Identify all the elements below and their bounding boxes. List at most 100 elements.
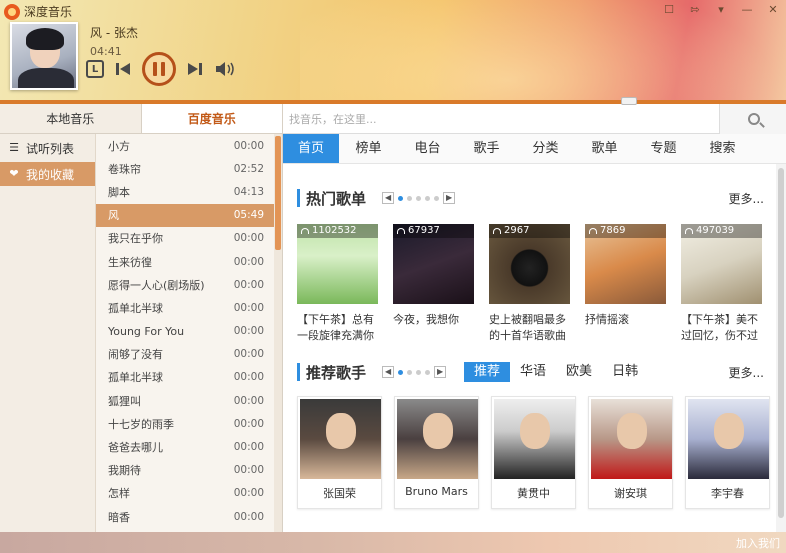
playlist-cover[interactable]: 1102532 [297,224,378,304]
more-link[interactable]: 更多... [729,364,764,381]
song-row[interactable]: 我期待 00:00 [96,459,274,482]
artist-name[interactable]: 李宇春 [686,485,769,501]
song-row[interactable]: 怎样 00:00 [96,482,274,505]
mini-mode-icon[interactable]: ⇰ [688,4,702,16]
playlist-card[interactable]: 67937 今夜，我想你 [393,224,474,344]
content-scrollbar[interactable] [776,164,786,532]
artist-photo[interactable] [300,399,381,479]
playlist-desc[interactable]: 今夜，我想你 [393,312,474,344]
playlist-cover[interactable]: 2967 [489,224,570,304]
pager-dot[interactable] [434,195,440,201]
tab-artists[interactable]: 歌手 [457,134,516,163]
side-item-favorites[interactable]: ❤ 我的收藏 [0,162,95,186]
artist-photo[interactable] [688,399,769,479]
pager-prev-icon[interactable]: ◀ [382,366,395,378]
playlist-card[interactable]: 2967 史上被翻唱最多的十首华语歌曲 [489,224,570,344]
artist-card[interactable]: Bruno Mars [394,396,479,509]
song-row[interactable]: 小方 00:00 [96,134,274,157]
playlist-card[interactable]: 497039 【下午茶】美不过回忆，伤不过 [681,224,762,344]
song-row[interactable]: 我只在乎你 00:00 [96,227,274,250]
filter-recommended[interactable]: 推荐 [464,362,511,382]
artist-name[interactable]: 张国荣 [298,485,381,501]
artist-name[interactable]: Bruno Mars [395,485,478,498]
play-mode-icon[interactable]: L [86,60,104,78]
previous-icon[interactable] [114,60,132,78]
pager-dot[interactable] [407,195,413,201]
tab-playlists[interactable]: 歌单 [575,134,634,163]
playlist-desc[interactable]: 史上被翻唱最多的十首华语歌曲 [489,312,570,344]
song-row[interactable]: 愿得一人心(剧场版) 00:00 [96,273,274,296]
playlist-card[interactable]: 7869 抒情摇滚 [585,224,666,344]
artist-card[interactable]: 张国荣 [297,396,382,509]
tab-local-music[interactable]: 本地音乐 [0,104,141,133]
playlist-card[interactable]: 1102532 【下午茶】总有一段旋律充满你 [297,224,378,344]
song-row[interactable]: 孤单北半球 00:00 [96,366,274,389]
side-item-trial-list[interactable]: ☰ 试听列表 [0,136,95,160]
filter-western[interactable]: 欧美 [556,362,602,382]
scrollbar-thumb[interactable] [275,136,281,250]
song-row[interactable]: 爸爸去哪儿 00:00 [96,435,274,458]
artist-card[interactable]: 谢安琪 [588,396,673,509]
menu-icon[interactable]: ▾ [714,4,728,16]
song-row[interactable]: 卷珠帘 02:52 [96,157,274,180]
playback-controls: L [86,52,236,86]
progress-handle[interactable] [620,97,637,105]
tab-home[interactable]: 首页 [283,134,339,163]
song-row[interactable]: Young For You 00:00 [96,320,274,343]
artist-card[interactable]: 黄贯中 [491,396,576,509]
tab-radio[interactable]: 电台 [398,134,457,163]
join-us-link[interactable]: 加入我们 [736,535,780,551]
song-row[interactable]: 风 05:49 [96,203,274,227]
song-title: 孤单北半球 [108,301,163,315]
tab-categories[interactable]: 分类 [516,134,575,163]
skin-icon[interactable]: ☐ [662,4,676,16]
playlist-cover[interactable]: 67937 [393,224,474,304]
next-icon[interactable] [186,60,204,78]
pager-dot[interactable] [425,369,431,375]
playlist-desc[interactable]: 【下午茶】美不过回忆，伤不过 [681,312,762,344]
pager-dot[interactable] [416,195,422,201]
pager-prev-icon[interactable]: ◀ [382,192,395,204]
song-row[interactable]: 生来彷徨 00:00 [96,250,274,273]
song-row[interactable]: 闹够了没有 00:00 [96,343,274,366]
artist-name[interactable]: 黄贯中 [492,485,575,501]
pager-dot[interactable] [425,195,431,201]
volume-icon[interactable] [214,60,236,78]
playlist-cover[interactable]: 7869 [585,224,666,304]
playlist-desc[interactable]: 【下午茶】总有一段旋律充满你 [297,312,378,344]
artist-card[interactable]: 李宇春 [685,396,770,509]
song-row[interactable]: 十七岁的雨季 00:00 [96,412,274,435]
search-button[interactable] [719,104,786,134]
song-row[interactable]: 脚本 04:13 [96,180,274,203]
minimize-icon[interactable]: — [740,4,754,16]
pager-next-icon[interactable]: ▶ [443,192,456,204]
song-list-scrollbar[interactable] [274,134,282,532]
pager-next-icon[interactable]: ▶ [434,366,447,378]
playlist-desc[interactable]: 抒情摇滚 [585,312,666,344]
song-row[interactable]: 孤单北半球 00:00 [96,296,274,319]
tab-baidu-music[interactable]: 百度音乐 [140,104,282,133]
album-art[interactable] [10,22,78,90]
filter-chinese[interactable]: 华语 [510,362,556,382]
song-row[interactable]: 狐狸叫 00:00 [96,389,274,412]
tab-charts[interactable]: 榜单 [339,134,398,163]
tab-search[interactable]: 搜索 [693,134,752,163]
song-row[interactable]: 暗香 00:00 [96,505,274,528]
search-input[interactable] [287,108,715,130]
pager-dot[interactable] [416,369,422,375]
pause-button[interactable] [142,52,176,86]
artist-name[interactable]: 谢安琪 [589,485,672,501]
close-icon[interactable]: ✕ [766,4,780,16]
playback-progress-bar[interactable] [0,97,786,105]
artist-photo[interactable] [494,399,575,479]
artist-photo[interactable] [591,399,672,479]
filter-jp-kr[interactable]: 日韩 [602,362,648,382]
pager-dot[interactable] [398,369,404,375]
tab-topics[interactable]: 专题 [634,134,693,163]
more-link[interactable]: 更多... [729,190,764,207]
scrollbar-thumb[interactable] [778,168,784,518]
pager-dot[interactable] [398,195,404,201]
artist-photo[interactable] [397,399,478,479]
pager-dot[interactable] [407,369,413,375]
playlist-cover[interactable]: 497039 [681,224,762,304]
